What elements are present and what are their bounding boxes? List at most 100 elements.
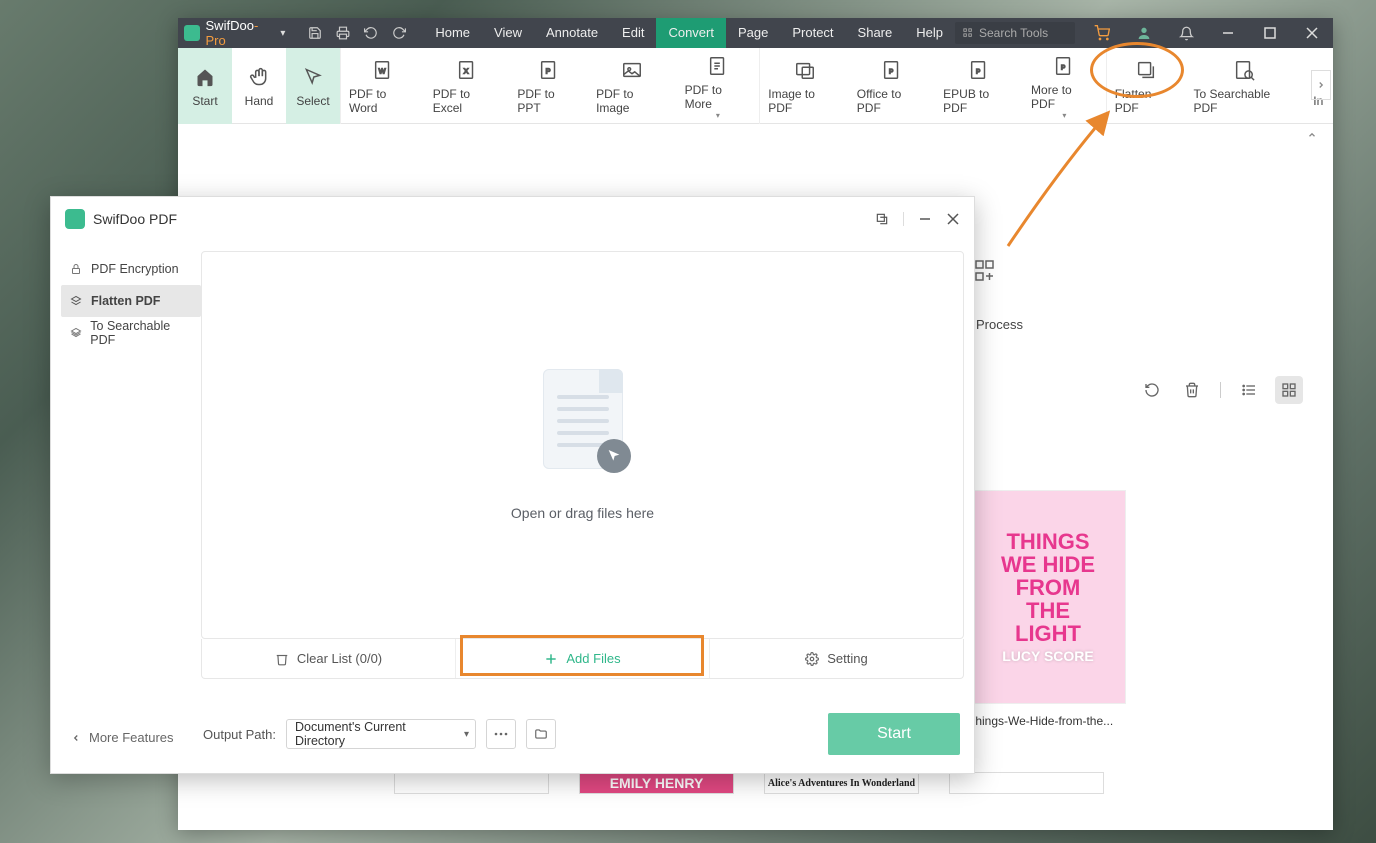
ribbon-scroll-right[interactable]	[1311, 70, 1331, 100]
home-icon	[192, 64, 218, 90]
add-files-button[interactable]: Add Files	[456, 639, 710, 678]
doc-word-icon: W	[370, 57, 396, 83]
sidebar-item-flatten-pdf[interactable]: Flatten PDF	[61, 285, 201, 317]
menu-protect[interactable]: Protect	[780, 18, 845, 48]
ribbon-collapse-icon[interactable]	[1305, 130, 1319, 144]
ribbon-pdf-to-more-label: PDF to More	[685, 83, 752, 111]
app-brand: SwifDoo-Pro	[206, 18, 277, 48]
dialog-sidebar: PDF Encryption Flatten PDF To Searchable…	[61, 241, 201, 713]
start-button[interactable]: Start	[828, 713, 960, 755]
thumb-blank-2[interactable]	[949, 772, 1104, 794]
redo-icon[interactable]	[385, 18, 413, 48]
flatten-small-icon	[69, 294, 83, 308]
thumbnail-book[interactable]: THINGS WE HIDE FROM THE LIGHT LUCY SCORE…	[968, 490, 1128, 728]
clear-list-button[interactable]: Clear List (0/0)	[202, 639, 456, 678]
ribbon-start-label: Start	[192, 94, 217, 108]
bell-icon[interactable]	[1165, 18, 1207, 48]
searchable-icon	[1231, 57, 1257, 83]
grid-view-icon[interactable]	[1275, 376, 1303, 404]
thumbnail-book-title: Things-We-Hide-from-the...	[968, 714, 1128, 728]
menu-annotate[interactable]: Annotate	[534, 18, 610, 48]
svg-text:X: X	[464, 67, 469, 76]
ribbon-pdf-to-excel[interactable]: X PDF to Excel	[425, 48, 510, 124]
svg-text:W: W	[378, 67, 385, 76]
ribbon-select[interactable]: Select	[286, 48, 340, 124]
thumb-emily-henry[interactable]: EMILY HENRY	[579, 772, 734, 794]
window-minimize[interactable]	[1207, 18, 1249, 48]
dialog-logo	[65, 209, 85, 229]
ribbon-office-to-pdf[interactable]: P Office to PDF	[849, 48, 935, 124]
batch-process-icon	[974, 259, 992, 299]
thumb-blank-1[interactable]	[394, 772, 549, 794]
menu-page[interactable]: Page	[726, 18, 780, 48]
sidebar-item-to-searchable[interactable]: To Searchable PDF	[61, 317, 201, 349]
ribbon-start[interactable]: Start	[178, 48, 232, 124]
flatten-pdf-dialog: SwifDoo PDF PDF Encryption Flatten PDF T…	[50, 196, 975, 774]
lock-icon	[69, 262, 83, 276]
window-maximize[interactable]	[1249, 18, 1291, 48]
menu-home[interactable]: Home	[423, 18, 482, 48]
menu-edit[interactable]: Edit	[610, 18, 656, 48]
ribbon-pdf-to-ppt[interactable]: P PDF to PPT	[509, 48, 588, 124]
brand-dropdown-caret[interactable]: ▾	[280, 28, 285, 39]
output-folder-button[interactable]	[526, 719, 556, 749]
app-logo	[184, 25, 200, 41]
refresh-icon[interactable]	[1138, 376, 1166, 404]
save-icon[interactable]	[301, 18, 329, 48]
ribbon-office-to-pdf-label: Office to PDF	[857, 87, 927, 115]
more-features-link[interactable]: More Features	[71, 730, 174, 745]
output-more-button[interactable]	[486, 719, 516, 749]
ribbon-pdf-to-word[interactable]: W PDF to Word	[341, 48, 425, 124]
menu-share[interactable]: Share	[846, 18, 905, 48]
trash-icon[interactable]	[1178, 376, 1206, 404]
ribbon-more-to-pdf[interactable]: P More to PDF ▾	[1023, 48, 1106, 124]
ribbon-pdf-to-image[interactable]: PDF to Image	[588, 48, 677, 124]
output-path-select[interactable]: Document's Current Directory ▾	[286, 719, 476, 749]
flatten-icon	[1133, 57, 1159, 83]
list-view-icon[interactable]	[1235, 376, 1263, 404]
chevron-down-icon: ▾	[716, 111, 720, 120]
ribbon-pdf-to-excel-label: PDF to Excel	[433, 87, 502, 115]
menu-view[interactable]: View	[482, 18, 534, 48]
undo-icon[interactable]	[357, 18, 385, 48]
dialog-titlebar: SwifDoo PDF	[51, 197, 974, 241]
menu-convert[interactable]: Convert	[656, 18, 726, 48]
gear-icon	[805, 652, 819, 666]
dialog-minimize[interactable]	[918, 212, 932, 226]
ribbon-epub-to-pdf[interactable]: P EPUB to PDF	[935, 48, 1023, 124]
dialog-close[interactable]	[946, 212, 960, 226]
office-to-pdf-icon: P	[879, 57, 905, 83]
thumbnail-row-2: EMILY HENRY Alice's Adventures In Wonder…	[394, 772, 1104, 794]
ribbon-epub-to-pdf-label: EPUB to PDF	[943, 87, 1015, 115]
search-tools-input[interactable]: Search Tools	[955, 22, 1075, 44]
drop-zone-hint: Open or drag files here	[511, 505, 654, 521]
cursor-icon	[300, 64, 326, 90]
setting-button[interactable]: Setting	[710, 639, 963, 678]
print-icon[interactable]	[329, 18, 357, 48]
menu-help[interactable]: Help	[904, 18, 955, 48]
action-row: Clear List (0/0) Add Files Setting	[201, 639, 964, 679]
window-close[interactable]	[1291, 18, 1333, 48]
hand-icon	[246, 64, 272, 90]
drop-zone[interactable]: Open or drag files here	[201, 251, 964, 639]
svg-text:P: P	[976, 69, 980, 76]
ribbon-hand[interactable]: Hand	[232, 48, 286, 124]
ribbon-image-to-pdf[interactable]: Image to PDF	[760, 48, 849, 124]
cart-icon[interactable]	[1081, 18, 1123, 48]
plus-icon	[544, 652, 558, 666]
sidebar-item-pdf-encryption[interactable]: PDF Encryption	[61, 253, 201, 285]
user-icon[interactable]	[1123, 18, 1165, 48]
ribbon-hand-label: Hand	[245, 94, 274, 108]
svg-text:P: P	[545, 67, 550, 76]
dialog-footer: Output Path: Document's Current Director…	[51, 713, 974, 773]
more-to-pdf-icon: P	[1051, 53, 1077, 79]
batch-process-label[interactable]: Process	[976, 317, 1023, 332]
ribbon-pdf-to-more[interactable]: PDF to More ▾	[677, 48, 760, 124]
ribbon-flatten-pdf[interactable]: Flatten PDF	[1107, 48, 1186, 124]
svg-text:P: P	[889, 69, 893, 76]
dialog-popout-icon[interactable]	[875, 212, 889, 226]
thumb-alice[interactable]: Alice's Adventures In Wonderland	[764, 772, 919, 794]
layers-icon	[69, 326, 82, 340]
doc-ppt-icon: P	[536, 57, 562, 83]
ribbon-to-searchable[interactable]: To Searchable PDF	[1185, 48, 1303, 124]
